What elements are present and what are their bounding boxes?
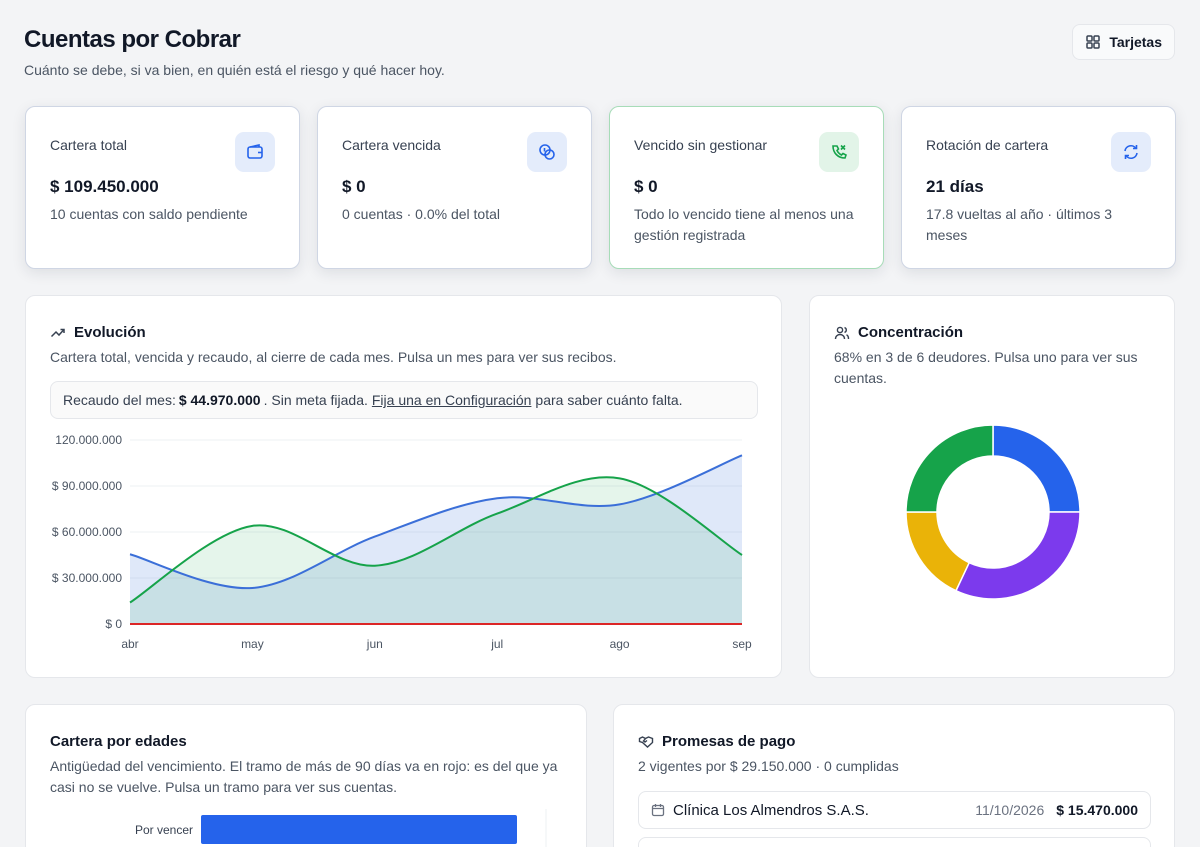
y-tick-label: 120.000.000 <box>55 433 122 447</box>
note-prefix: Recaudo del mes: <box>63 392 176 408</box>
note-mid: . Sin meta fijada. <box>263 392 368 408</box>
kpi-card-vencido-sin-gestionar[interactable]: Vencido sin gestionar $ 0 Todo lo vencid… <box>609 106 884 269</box>
users-icon <box>834 326 850 339</box>
page-subtitle: Cuánto se debe, si va bien, en quién est… <box>24 62 445 78</box>
donut-slice[interactable] <box>992 424 1081 513</box>
aging-bar[interactable] <box>201 815 517 844</box>
kpi-label: Cartera total <box>50 137 128 153</box>
series-recaudo-area <box>130 477 742 624</box>
kpi-card-cartera-total[interactable]: Cartera total $ 109.450.000 10 cuentas c… <box>25 106 300 269</box>
grid-icon <box>1086 35 1101 49</box>
handshake-icon <box>638 735 654 748</box>
kpi-desc: 0 cuentas · 0.0% del total <box>342 206 500 222</box>
note-amount: $ 44.970.000 <box>178 392 261 408</box>
wallet-icon <box>235 132 275 172</box>
y-tick-label: $ 0 <box>105 617 122 631</box>
kpi-value: $ 0 <box>342 177 366 196</box>
coins-icon <box>527 132 567 172</box>
kpi-desc: 17.8 vueltas al año · últimos 3 meses <box>926 206 1112 243</box>
evolution-title: Evolución <box>50 324 146 341</box>
promise-amount: $ 15.470.000 <box>1056 802 1138 818</box>
kpi-desc: 10 cuentas con saldo pendiente <box>50 206 248 222</box>
concentration-card: Concentración 68% en 3 de 6 deudores. Pu… <box>809 295 1175 678</box>
collection-note: Recaudo del mes: $ 44.970.000 . Sin meta… <box>50 381 758 419</box>
kpi-value: $ 0 <box>634 177 658 196</box>
donut-slice[interactable] <box>905 511 971 592</box>
x-tick-label[interactable]: jun <box>366 637 383 651</box>
kpi-card-cartera-vencida[interactable]: Cartera vencida $ 0 0 cuentas · 0.0% del… <box>317 106 592 269</box>
aging-chart[interactable]: Por vencer <box>26 805 588 847</box>
calendar-icon <box>651 804 665 817</box>
concentration-donut[interactable] <box>810 396 1176 636</box>
promises-title: Promesas de pago <box>638 733 795 750</box>
x-tick-label[interactable]: jul <box>490 637 503 651</box>
donut-slice[interactable] <box>905 424 994 513</box>
donut-slice[interactable] <box>954 511 1081 600</box>
set-goal-link[interactable]: Fija una en Configuración <box>372 392 532 408</box>
kpi-label: Cartera vencida <box>342 137 441 153</box>
promise-date: 11/10/2026 <box>975 802 1045 818</box>
kpi-value: $ 109.450.000 <box>50 177 159 196</box>
kpi-label: Vencido sin gestionar <box>634 137 768 153</box>
promises-summary: 2 vigentes por $ 29.150.000 · 0 cumplida… <box>638 758 899 774</box>
concentration-desc: 68% en 3 de 6 deudores. Pulsa uno para v… <box>834 349 1138 386</box>
kpi-label: Rotación de cartera <box>926 137 1049 153</box>
phone-off-icon <box>819 132 859 172</box>
kpi-desc: Todo lo vencido tiene al menos una gesti… <box>634 206 854 243</box>
x-tick-label[interactable]: ago <box>610 637 630 651</box>
concentration-title: Concentración <box>834 324 963 341</box>
view-button-label: Tarjetas <box>1109 34 1162 50</box>
aging-title: Cartera por edades <box>50 733 187 750</box>
promise-client: Clínica Los Almendros S.A.S. <box>673 801 869 819</box>
evolution-desc: Cartera total, vencida y recaudo, al cie… <box>50 349 617 365</box>
aging-desc: Antigüedad del vencimiento. El tramo de … <box>50 758 558 795</box>
x-tick-label[interactable]: may <box>241 637 264 651</box>
note-suffix: para saber cuánto falta. <box>535 392 683 408</box>
trending-up-icon <box>50 328 65 337</box>
page-title: Cuentas por Cobrar <box>24 26 241 53</box>
x-tick-label[interactable]: abr <box>121 637 138 651</box>
promise-row[interactable]: Clínica Los Almendros S.A.S. 11/10/2026 … <box>638 791 1151 829</box>
y-tick-label: $ 30.000.000 <box>52 571 122 585</box>
refresh-icon <box>1111 132 1151 172</box>
y-tick-label: $ 90.000.000 <box>52 479 122 493</box>
view-cards-button[interactable]: Tarjetas <box>1072 24 1175 60</box>
evolution-card: Evolución Cartera total, vencida y recau… <box>25 295 782 678</box>
aging-bar-label: Por vencer <box>135 823 193 837</box>
kpi-card-rotacion-cartera[interactable]: Rotación de cartera 21 días 17.8 vueltas… <box>901 106 1176 269</box>
aging-card: Cartera por edades Antigüedad del vencim… <box>25 704 587 847</box>
y-tick-label: $ 60.000.000 <box>52 525 122 539</box>
x-tick-label[interactable]: sep <box>732 637 752 651</box>
evolution-chart[interactable]: 120.000.000 $ 90.000.000 $ 60.000.000 $ 30.… <box>26 419 783 679</box>
promise-row[interactable] <box>638 837 1151 847</box>
kpi-value: 21 días <box>926 177 984 196</box>
promises-card: Promesas de pago 2 vigentes por $ 29.150… <box>613 704 1175 847</box>
